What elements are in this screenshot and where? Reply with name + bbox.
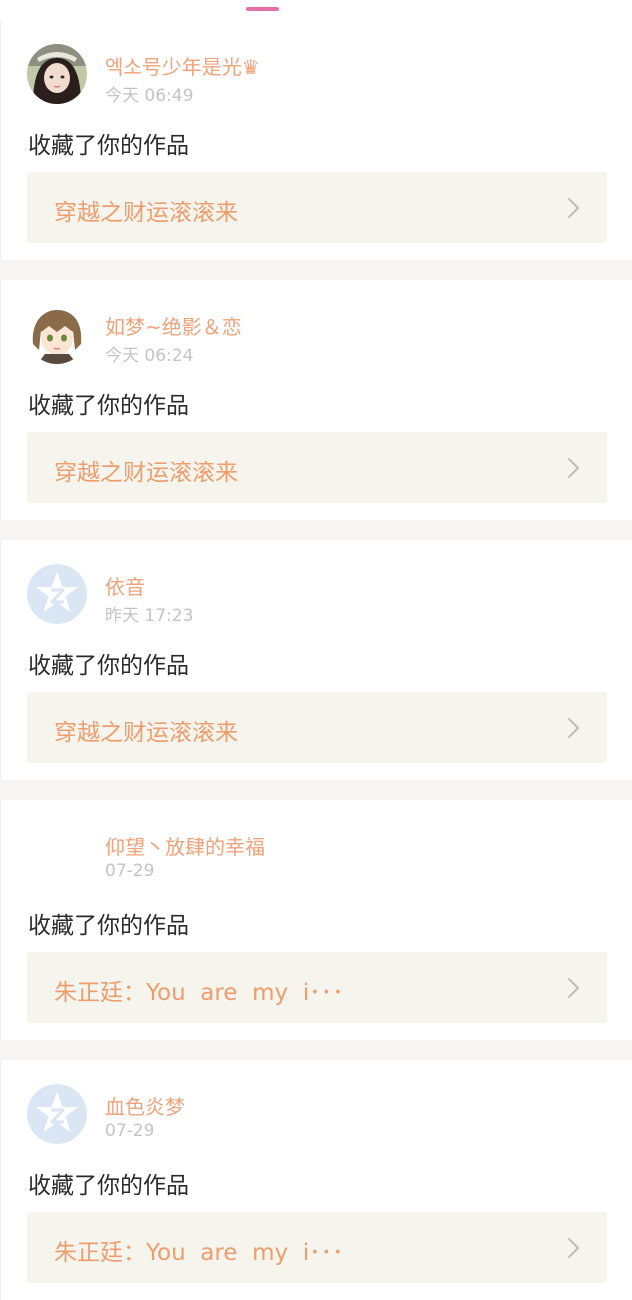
avatar[interactable] <box>27 304 87 364</box>
avatar[interactable] <box>27 564 87 624</box>
work-link[interactable]: 穿越之财运滚滚来 <box>27 432 607 503</box>
action-text: 收藏了你的作品 <box>28 913 189 939</box>
action-text: 收藏了你的作品 <box>28 393 189 419</box>
notification-feed: 엑소号少年是光♛ 今天 06:49 收藏了你的作品 穿越之财运滚滚来 如梦~绝影 <box>0 20 632 1300</box>
work-link[interactable]: 穿越之财运滚滚来 <box>27 692 607 763</box>
chevron-right-icon <box>568 978 579 998</box>
action-text: 收藏了你的作品 <box>28 653 189 679</box>
username[interactable]: 엑소号少年是光♛ <box>105 51 260 80</box>
item-separator <box>0 780 632 800</box>
avatar[interactable] <box>27 1084 87 1144</box>
default-avatar-icon <box>27 564 87 624</box>
timestamp: 今天 06:49 <box>105 86 194 106</box>
notification-item: 엑소号少年是光♛ 今天 06:49 收藏了你的作品 穿越之财运滚滚来 <box>0 20 632 260</box>
chevron-right-icon <box>568 718 579 738</box>
work-link[interactable]: 朱正廷：You are my i･･･ <box>27 1212 607 1283</box>
work-link[interactable]: 朱正廷：You are my i･･･ <box>27 952 607 1023</box>
avatar-anime-icon <box>27 304 87 364</box>
avatar[interactable] <box>27 824 87 884</box>
username[interactable]: 依音 <box>105 571 145 600</box>
notification-item: 仰望丶放肆的幸福 07-29 收藏了你的作品 朱正廷：You are my i･… <box>0 800 632 1040</box>
work-title: 穿越之财运滚滚来 <box>54 200 238 226</box>
chevron-right-icon <box>568 1238 579 1258</box>
work-link[interactable]: 穿越之财运滚滚来 <box>27 172 607 243</box>
default-avatar-icon <box>27 1084 87 1144</box>
notification-item: 血色炎梦 07-29 收藏了你的作品 朱正廷：You are my i･･･ <box>0 1060 632 1300</box>
action-text: 收藏了你的作品 <box>28 1173 189 1199</box>
timestamp: 07-29 <box>105 1121 155 1141</box>
work-title: 朱正廷：You are my i･･･ <box>54 980 344 1006</box>
chevron-right-icon <box>568 458 579 478</box>
tab-indicator <box>246 7 279 11</box>
timestamp: 今天 06:24 <box>105 346 194 366</box>
avatar[interactable] <box>27 44 87 104</box>
work-title: 朱正廷：You are my i･･･ <box>54 1240 344 1266</box>
item-separator <box>0 520 632 540</box>
username[interactable]: 仰望丶放肆的幸福 <box>105 831 265 860</box>
work-title: 穿越之财运滚滚来 <box>54 460 238 486</box>
notification-item: 依音 昨天 17:23 收藏了你的作品 穿越之财运滚滚来 <box>0 540 632 780</box>
avatar-photo-icon <box>27 44 87 104</box>
timestamp: 07-29 <box>105 861 155 881</box>
chevron-right-icon <box>568 198 579 218</box>
work-title: 穿越之财运滚滚来 <box>54 720 238 746</box>
timestamp: 昨天 17:23 <box>105 606 194 626</box>
username[interactable]: 如梦~绝影＆恋 <box>105 311 242 340</box>
item-separator <box>0 1040 632 1060</box>
action-text: 收藏了你的作品 <box>28 133 189 159</box>
username[interactable]: 血色炎梦 <box>105 1091 185 1120</box>
item-separator <box>0 260 632 280</box>
notification-item: 如梦~绝影＆恋 今天 06:24 收藏了你的作品 穿越之财运滚滚来 <box>0 280 632 520</box>
